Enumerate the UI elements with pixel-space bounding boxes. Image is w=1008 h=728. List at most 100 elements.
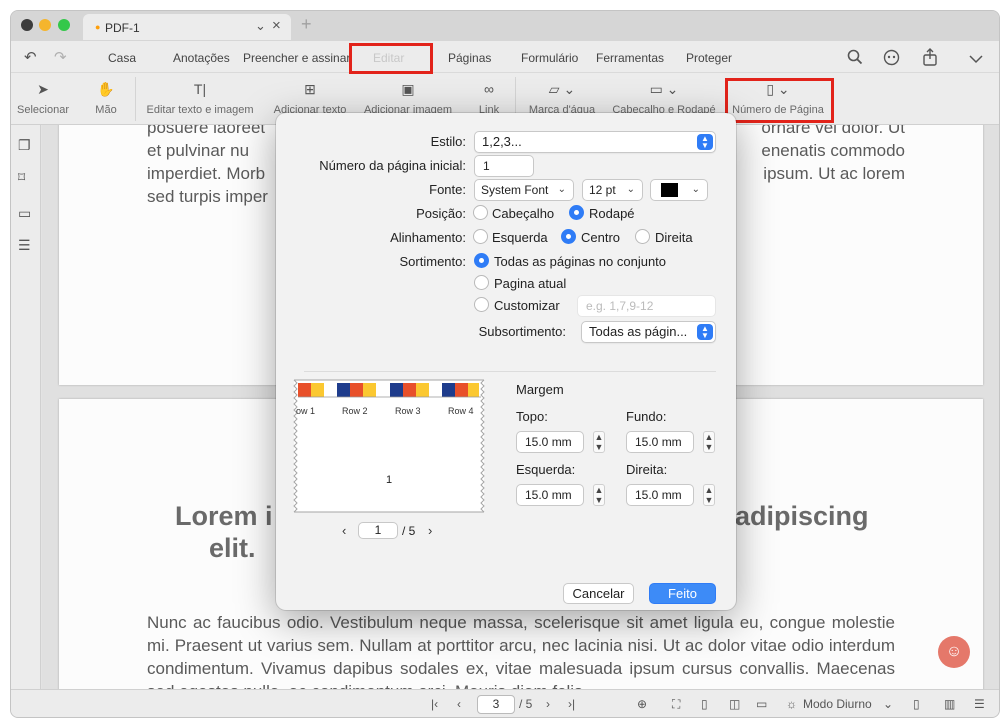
menu-anotacoes[interactable]: Anotações (173, 51, 230, 65)
start-page-input[interactable]: 1 (474, 155, 534, 177)
prev-page-icon[interactable]: ‹ (457, 697, 461, 711)
share-icon[interactable] (923, 48, 937, 71)
posicao-label: Posição: (416, 206, 466, 221)
radio-centro[interactable] (561, 229, 576, 244)
new-tab-button[interactable]: + (301, 14, 312, 35)
ai-assistant-button[interactable]: ☺ (938, 636, 970, 668)
tab-title: PDF-1 (105, 21, 140, 35)
actual-size-icon[interactable]: ▭ (756, 697, 767, 711)
sortimento-label: Sortimento: (399, 254, 466, 269)
text-line: ornare vel dolor. Ut (761, 125, 905, 137)
bookmark-icon[interactable]: ⌑ (18, 169, 25, 186)
heading-left: Lorem i (175, 501, 273, 531)
esquerda-input[interactable]: 15.0 mm (516, 484, 584, 506)
two-page-icon[interactable]: ▥ (944, 697, 955, 711)
tool-selecionar[interactable]: ➤ Selecionar (11, 73, 75, 125)
link-icon: ∞ (484, 81, 494, 97)
redo-icon[interactable]: ↷ (54, 48, 67, 66)
preview-page-input[interactable]: 1 (358, 522, 398, 539)
topo-input[interactable]: 15.0 mm (516, 431, 584, 453)
radio-todas-paginas[interactable] (474, 253, 489, 268)
topo-label: Topo: (516, 409, 548, 424)
menu-proteger[interactable]: Proteger (686, 51, 732, 65)
hand-icon: ✋ (97, 81, 115, 97)
radio-rodape[interactable] (569, 205, 584, 220)
single-page-icon[interactable]: ▯ (913, 697, 920, 711)
expand-chevron-icon[interactable] (969, 51, 983, 69)
tool-mao[interactable]: ✋ Mão (87, 73, 125, 125)
direita-input[interactable]: 15.0 mm (626, 484, 694, 506)
preview-prev-icon[interactable]: ‹ (342, 523, 346, 538)
fit-width-icon[interactable]: ▯ (701, 697, 708, 711)
menu-casa[interactable]: Casa (108, 51, 136, 65)
done-button[interactable]: Feito (649, 583, 716, 604)
minimize-window-button[interactable] (39, 19, 51, 31)
tool-editar-texto-e-imagem[interactable]: T| Editar texto e imagem (141, 73, 259, 125)
menu-formulario[interactable]: Formulário (521, 51, 578, 65)
rotate-icon[interactable]: ◫ (729, 697, 740, 711)
subsort-value: Todas as págin... (589, 324, 688, 339)
estilo-value: 1,2,3... (482, 134, 522, 149)
topo-stepper[interactable]: ▲ ▼ (593, 431, 605, 453)
estilo-select[interactable]: 1,2,3... ▲ ▼ (474, 131, 716, 153)
custom-range-input[interactable]: e.g. 1,7,9-12 (577, 295, 716, 317)
fundo-stepper[interactable]: ▲ ▼ (703, 431, 715, 453)
unsaved-dot-icon: ● (95, 22, 101, 32)
fundo-input[interactable]: 15.0 mm (626, 431, 694, 453)
direita-stepper[interactable]: ▲ ▼ (703, 484, 715, 506)
search-icon[interactable] (847, 49, 863, 70)
close-window-button[interactable] (21, 19, 33, 31)
font-select[interactable]: System Font ⌄ (474, 179, 574, 201)
font-color-select[interactable]: ⌄ (650, 179, 708, 201)
document-tab[interactable]: ● PDF-1 ⌄ × (83, 14, 291, 40)
menu-bar: ↶ ↷ Casa Anotações Preencher e assinar E… (11, 41, 999, 73)
watermark-icon: ▱ ⌄ (548, 81, 576, 97)
tool-label: Selecionar (17, 104, 69, 116)
cancel-button[interactable]: Cancelar (563, 583, 634, 604)
color-swatch (661, 183, 678, 197)
radio-customizar[interactable] (474, 297, 489, 312)
subsort-select[interactable]: Todas as págin... ▲ ▼ (581, 321, 716, 343)
radio-cabecalho[interactable] (473, 205, 488, 220)
zoom-in-icon[interactable]: ⊕ (637, 697, 647, 711)
title-bar: ● PDF-1 ⌄ × + (11, 11, 999, 41)
subsort-label: Subsortimento: (478, 324, 566, 339)
comments-icon[interactable]: ▭ (18, 205, 31, 222)
page-number-input[interactable]: 3 (477, 695, 515, 714)
label-pagina-atual: Pagina atual (494, 276, 567, 291)
first-page-icon[interactable]: |‹ (431, 697, 438, 711)
esquerda-stepper[interactable]: ▲ ▼ (593, 484, 605, 506)
label-direita: Direita (655, 230, 693, 245)
menu-preencher-e-assinar[interactable]: Preencher e assinar (243, 51, 350, 65)
heading-right: adipiscing (735, 501, 869, 531)
tab-menu-chevron-icon[interactable]: ⌄ (255, 18, 266, 34)
menu-ferramentas[interactable]: Ferramentas (596, 51, 664, 65)
menu-paginas[interactable]: Páginas (448, 51, 491, 65)
font-size-select[interactable]: 12 pt ⌄ (582, 179, 643, 201)
label-rodape: Rodapé (589, 206, 635, 221)
next-page-icon[interactable]: › (546, 697, 550, 711)
search-results-icon[interactable]: ☰ (18, 237, 31, 254)
tab-close-icon[interactable]: × (272, 17, 281, 34)
fit-page-icon[interactable]: ⛶ (672, 697, 680, 712)
preview-next-icon[interactable]: › (428, 523, 432, 538)
preview-col-1: ow 1 (296, 406, 316, 416)
display-mode-label[interactable]: Modo Diurno (803, 697, 872, 711)
page2-text-right: ornare vel dolor. Ut enenatis commodo ip… (735, 125, 905, 185)
direita-label: Direita: (626, 462, 668, 477)
ai-assistant-icon[interactable] (883, 49, 900, 71)
thumbnails-icon[interactable]: ❐ (18, 137, 31, 154)
undo-icon[interactable]: ↶ (24, 48, 37, 66)
text-edit-icon: T| (193, 81, 207, 97)
label-todas-paginas: Todas as páginas no conjunto (494, 254, 667, 269)
last-page-icon[interactable]: ›| (568, 697, 575, 711)
zoom-window-button[interactable] (58, 19, 70, 31)
preview-col-4: Row 4 (448, 406, 474, 416)
mode-chevron-icon[interactable]: ⌄ (883, 697, 893, 711)
radio-pagina-atual[interactable] (474, 275, 489, 290)
font-size-value: 12 pt (589, 183, 616, 197)
radio-direita[interactable] (635, 229, 650, 244)
radio-esquerda[interactable] (473, 229, 488, 244)
estilo-chevron-icon: ▲ ▼ (697, 134, 713, 150)
scroll-view-icon[interactable]: ☰ (974, 697, 985, 711)
